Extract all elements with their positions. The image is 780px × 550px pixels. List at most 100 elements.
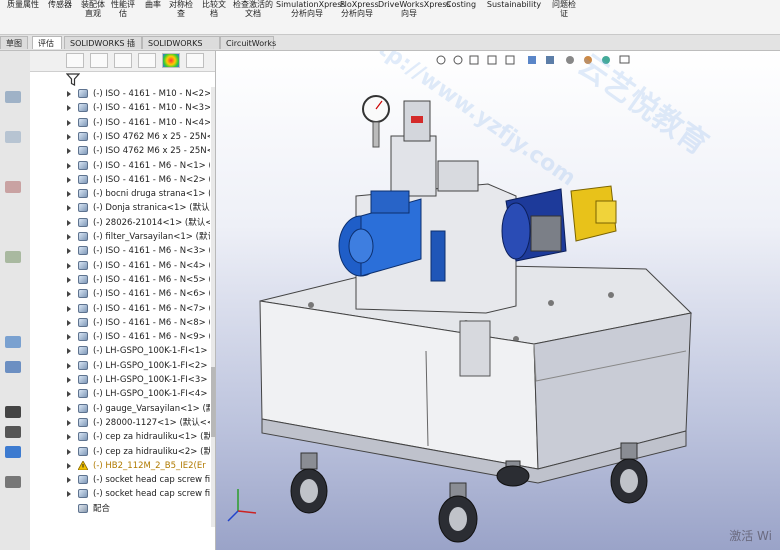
expand-arrow-icon[interactable] [67, 462, 71, 469]
sustainability-button[interactable]: Sustainability [486, 0, 542, 9]
mass-properties-button[interactable]: 质量属性 [2, 0, 44, 9]
featuremanager-tab-icon[interactable] [66, 53, 84, 68]
tool-icon[interactable] [5, 406, 21, 418]
filter-icon[interactable] [66, 73, 80, 86]
tree-item[interactable]: (-) filter_Varsayilan<1> (默认 [30, 230, 210, 244]
expand-arrow-icon[interactable] [67, 377, 71, 383]
tree-item[interactable]: (-) socket head cap screw fine [30, 473, 210, 487]
tab-evaluate[interactable]: 评估 [32, 36, 62, 49]
tree-item-label: (-) gauge_Varsayilan<1> (默认 [93, 403, 210, 414]
scrollbar-thumb[interactable] [211, 367, 215, 437]
expand-arrow-icon[interactable] [67, 348, 71, 355]
tool-icon[interactable] [5, 446, 21, 458]
tree-item[interactable]: (-) gauge_Varsayilan<1> (默认 [30, 402, 210, 416]
tree-item[interactable]: (-) LH-GSPO_100K-1-FI<4> ( [30, 387, 210, 401]
tab-solidworks-addins[interactable]: SOLIDWORKS 插件 [64, 36, 142, 61]
tree-item[interactable]: (-) cep za hidrauliku<2> (默认 [30, 445, 210, 459]
tool-icon[interactable] [5, 251, 21, 263]
tool-icon[interactable] [5, 336, 21, 348]
tree-item[interactable]: (-) 28000-1127<1> (默认<<默认 [30, 416, 210, 430]
tree-item[interactable]: (-) ISO - 4161 - M6 - N<8> ( [30, 316, 210, 330]
tree-item[interactable]: (-) LH-GSPO_100K-1-FI<3> ( [30, 373, 210, 387]
more-tabs-icon[interactable] [186, 53, 204, 68]
performance-evaluation-button[interactable]: 性能评估 [110, 0, 136, 18]
tree-item[interactable]: (-) ISO - 4161 - M6 - N<3> ( [30, 244, 210, 258]
expand-arrow-icon[interactable] [67, 405, 71, 412]
tree-item[interactable]: (-) ISO - 4161 - M6 - N<7> ( [30, 302, 210, 316]
tree-item[interactable]: (-) ISO - 4161 - M6 - N<2> ( [30, 173, 210, 187]
assembly-visualization-button[interactable]: 装配体直观 [78, 0, 108, 18]
expand-arrow-icon[interactable] [67, 448, 71, 455]
tab-solidworks-mbd[interactable]: SOLIDWORKS MBD [142, 36, 220, 61]
expand-arrow-icon[interactable] [67, 319, 71, 326]
tree-item[interactable]: (-) ISO 4762 M6 x 25 - 25N<1 [30, 130, 210, 144]
tool-icon[interactable] [5, 181, 21, 193]
tool-icon[interactable] [5, 131, 21, 143]
expand-arrow-icon[interactable] [67, 91, 71, 97]
tree-item[interactable]: (-) HB2_112M_2_B5_IE2(Er [30, 459, 210, 473]
curvature-button[interactable]: 曲率 [141, 0, 165, 9]
tree-item[interactable]: (-) ISO - 4161 - M6 - N<5> ( [30, 273, 210, 287]
expand-arrow-icon[interactable] [67, 362, 71, 369]
tree-item[interactable]: (-) bocni druga strana<1> (默 [30, 187, 210, 201]
floxpress-button[interactable]: FloXpress 分析向导 [340, 0, 379, 18]
costing-button[interactable]: Costing [444, 0, 478, 9]
sensor-button[interactable]: 传感器 [44, 0, 76, 9]
tree-item[interactable]: (-) LH-GSPO_100K-1-FI<2> ( [30, 359, 210, 373]
check-active-document-button[interactable]: 检查激活的文档 [232, 0, 274, 18]
expand-arrow-icon[interactable] [67, 491, 71, 498]
tab-sketch[interactable]: 草图 [0, 36, 28, 49]
tree-item[interactable]: (-) ISO - 4161 - M10 - N<4> ( [30, 116, 210, 130]
tool-icon[interactable] [5, 426, 21, 438]
expand-arrow-icon[interactable] [67, 191, 71, 198]
tool-icon[interactable] [5, 476, 21, 488]
expand-arrow-icon[interactable] [67, 105, 71, 112]
tree-item-mates[interactable]: 配合 [30, 502, 210, 516]
expand-arrow-icon[interactable] [67, 434, 71, 441]
expand-arrow-icon[interactable] [67, 334, 71, 341]
expand-arrow-icon[interactable] [67, 234, 71, 240]
tree-item[interactable]: (-) ISO - 4161 - M6 - N<6> ( [30, 287, 210, 301]
tree-item[interactable]: (-) cep za hidrauliku<1> (默认 [30, 430, 210, 444]
expand-arrow-icon[interactable] [67, 305, 71, 312]
expand-arrow-icon[interactable] [67, 119, 71, 126]
expand-arrow-icon[interactable] [67, 248, 71, 255]
tree-item[interactable]: (-) ISO - 4161 - M10 - N<2> ( [30, 87, 210, 101]
tab-circuitworks[interactable]: CircuitWorks [220, 36, 276, 49]
tree-item[interactable]: (-) Donja stranica<1> (默认<< [30, 201, 210, 215]
expand-arrow-icon[interactable] [67, 419, 71, 426]
tree-item[interactable]: (-) ISO 4762 M6 x 25 - 25N<2 [30, 144, 210, 158]
tree-item[interactable]: (-) 28026-21014<1> (默认<<默 [30, 216, 210, 230]
symmetry-check-button[interactable]: 对称检查 [166, 0, 196, 18]
tree-item-label: (-) ISO - 4161 - M6 - N<4> ( [93, 260, 210, 271]
tree-item[interactable]: (-) socket head cap screw fine [30, 487, 210, 501]
propertymanager-tab-icon[interactable] [90, 53, 108, 68]
expand-arrow-icon[interactable] [67, 219, 71, 226]
simulationxpress-button[interactable]: SimulationXpress 分析向导 [276, 0, 346, 18]
tree-item[interactable]: (-) ISO - 4161 - M10 - N<3> ( [30, 101, 210, 115]
compare-documents-button[interactable]: 比较文档 [200, 0, 228, 18]
expand-arrow-icon[interactable] [67, 162, 71, 169]
expand-arrow-icon[interactable] [67, 391, 71, 398]
tree-item[interactable]: (-) ISO - 4161 - M6 - N<4> ( [30, 259, 210, 273]
tool-icon[interactable] [5, 91, 21, 103]
graphics-viewport[interactable]: 云艺悦教育 http://www.yzfjy.com 激活 Wi [216, 51, 780, 550]
tree-scrollbar[interactable] [211, 87, 215, 527]
tree-item[interactable]: (-) ISO - 4161 - M6 - N<1> ( [30, 159, 210, 173]
configurationmanager-tab-icon[interactable] [114, 53, 132, 68]
expand-arrow-icon[interactable] [67, 148, 71, 155]
tree-item[interactable]: (-) ISO - 4161 - M6 - N<9> ( [30, 330, 210, 344]
tree-item[interactable]: (-) LH-GSPO_100K-1-FI<1> ( [30, 344, 210, 358]
dimxpert-tab-icon[interactable] [138, 53, 156, 68]
expand-arrow-icon[interactable] [67, 133, 71, 140]
appearance-tab-icon[interactable] [162, 53, 180, 68]
expand-arrow-icon[interactable] [67, 276, 71, 283]
issue-check-button[interactable]: 问题检证 [550, 0, 578, 18]
expand-arrow-icon[interactable] [67, 205, 71, 212]
tool-icon[interactable] [5, 361, 21, 373]
expand-arrow-icon[interactable] [67, 291, 71, 298]
driveworksxpress-button[interactable]: DriveWorksXpress 向导 [378, 0, 451, 18]
expand-arrow-icon[interactable] [67, 176, 71, 183]
expand-arrow-icon[interactable] [67, 262, 71, 269]
expand-arrow-icon[interactable] [67, 477, 71, 484]
